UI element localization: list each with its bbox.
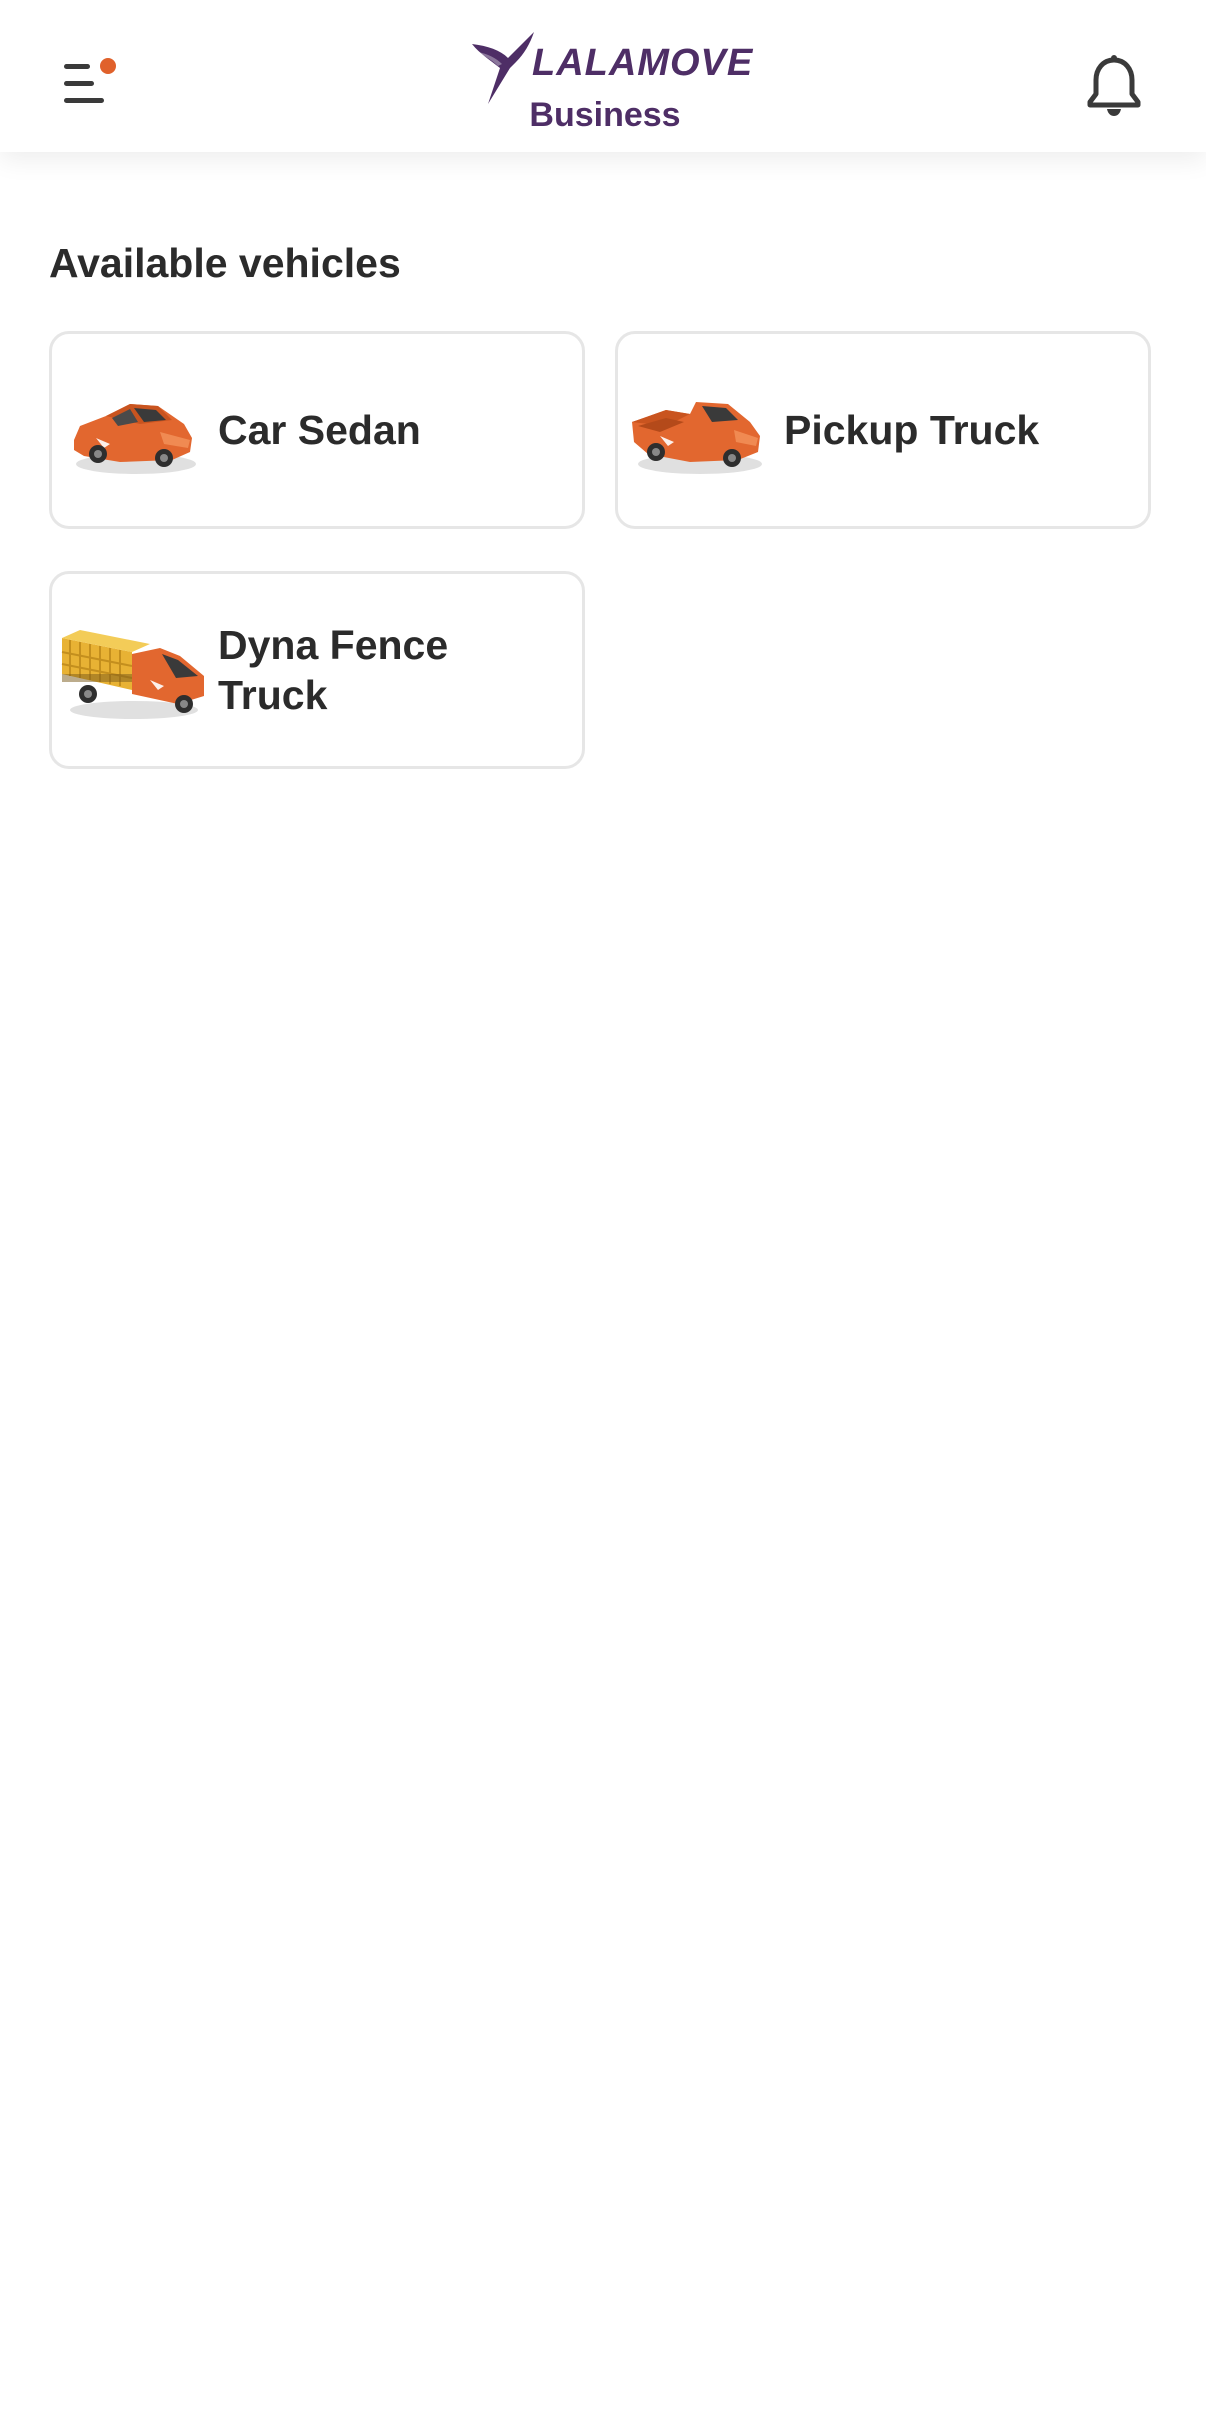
logo-subtitle: Business xyxy=(529,96,681,134)
vehicle-name: Car Sedan xyxy=(218,407,421,453)
dyna-fence-truck-icon xyxy=(61,630,204,719)
menu-button[interactable] xyxy=(56,52,124,112)
pickup-truck-icon xyxy=(632,402,762,474)
notifications-button[interactable] xyxy=(1084,54,1144,118)
hamburger-menu-icon xyxy=(64,58,116,103)
bell-icon xyxy=(1087,55,1141,116)
lalamove-business-logo: LALAMOVE Business xyxy=(470,28,752,140)
notification-dot xyxy=(100,58,116,74)
logo-wordmark: LALAMOVE xyxy=(532,42,754,84)
car-sedan-icon xyxy=(74,404,196,474)
vehicle-card-pickup-truck[interactable]: Pickup Truck xyxy=(615,331,1151,529)
vehicle-card-car-sedan[interactable]: Car Sedan xyxy=(49,331,585,529)
vehicle-card-dyna-fence-truck[interactable]: Dyna Fence Truck xyxy=(49,571,585,769)
app-header: LALAMOVE Business xyxy=(0,0,1206,152)
vehicle-name: Pickup Truck xyxy=(784,407,1040,453)
section-title: Available vehicles xyxy=(49,240,401,286)
vehicle-name: Dyna Fence Truck xyxy=(218,622,449,718)
